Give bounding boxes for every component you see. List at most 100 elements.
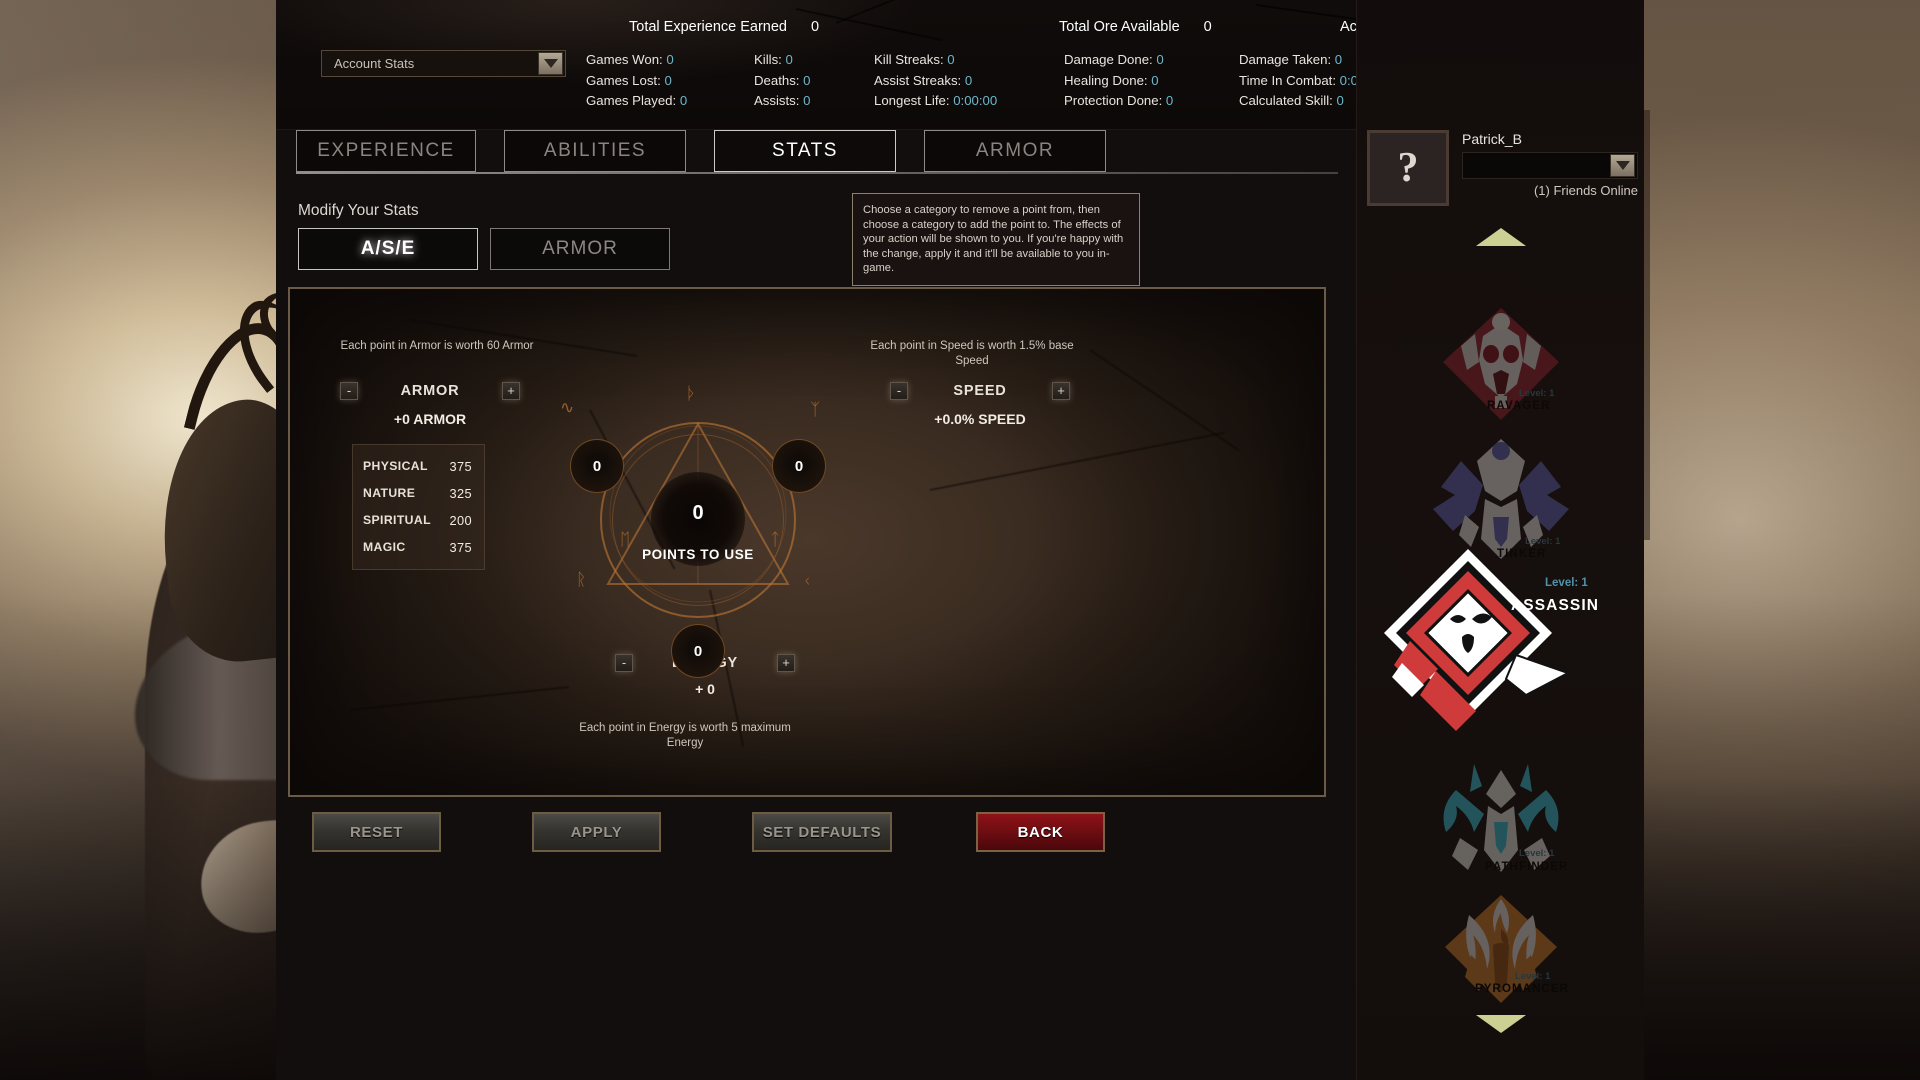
main-panel: Account Stats Total Experience Earned 0 … [276, 0, 1644, 1080]
tab-stats[interactable]: STATS [714, 130, 896, 172]
stat-label: Games Lost: [586, 72, 661, 88]
stat-value: 0 [785, 52, 793, 67]
assassin-emblem-icon [1384, 549, 1571, 731]
mode-button-label: ARMOR [542, 238, 618, 259]
friends-dropdown[interactable] [1462, 152, 1638, 179]
class-level: Level: 1 [1545, 577, 1588, 589]
mode-button-armor[interactable]: ARMOR [490, 228, 670, 270]
points-to-use-label: POINTS TO USE [642, 547, 754, 562]
stat-value: 0 [947, 52, 955, 67]
class-level: Level: 1 [1515, 971, 1551, 982]
chevron-down-icon[interactable] [538, 52, 563, 75]
total-ore-label: Total Ore Available [1059, 19, 1180, 35]
speed-increment-button[interactable]: + [1051, 382, 1070, 400]
stat-column-combat: Kills: 0 Deaths: 0 Assists: 0 [754, 50, 874, 112]
pyromancer-emblem-icon [1445, 895, 1557, 1003]
avatar[interactable]: ? [1367, 130, 1449, 206]
radial-node-speed[interactable]: 0 [772, 439, 826, 493]
tab-label: EXPERIENCE [317, 140, 455, 161]
class-level: Level: 1 [1519, 388, 1555, 399]
button-label: BACK [1017, 824, 1064, 841]
stat-label: Protection Done: [1064, 93, 1163, 108]
account-stats-dropdown[interactable]: Account Stats [321, 50, 566, 77]
stat-label: Assist Streaks: [874, 72, 962, 88]
stat-row: Games Played: 0 [586, 91, 754, 112]
background-banner [1644, 110, 1650, 540]
back-button[interactable]: BACK [976, 812, 1105, 852]
speed-decrement-button[interactable]: - [890, 382, 908, 400]
tab-label: STATS [772, 140, 838, 161]
armor-increment-button[interactable]: + [502, 382, 520, 400]
armor-decrement-button[interactable]: - [340, 382, 358, 400]
stat-column-games: Games Won: 0 Games Lost: 0 Games Played:… [586, 50, 754, 112]
stat-row: Games Won: 0 [586, 50, 754, 71]
speed-helper-text: Each point in Speed is worth 1.5% base S… [870, 340, 1074, 367]
stat-row: Damage Done: 0 [1064, 50, 1239, 71]
points-radial-widget: ∿ ᛉ ᚱ ᚲ ᚦ ᛖ ᛏ 0 POINTS TO USE 0 0 0 [558, 384, 838, 678]
stat-value: 0 [1151, 72, 1159, 88]
stat-row: Games Lost: 0 [586, 71, 754, 92]
stat-label: Games Won: [586, 52, 663, 67]
stat-value: 0 [1336, 93, 1344, 108]
tab-armor[interactable]: ARMOR [924, 130, 1106, 172]
stat-row: Assist Streaks: 0 [874, 71, 1064, 92]
action-button-bar: RESET APPLY SET DEFAULTS BACK [276, 812, 1356, 858]
attribute-value: 375 [449, 459, 472, 474]
scroll-down-arrow-icon[interactable] [1475, 1015, 1526, 1033]
tab-bar: EXPERIENCE ABILITIES STATS ARMOR [296, 130, 1356, 172]
stat-allocation-canvas: Each point in Armor is worth 60 Armor - … [288, 287, 1326, 797]
radial-node-armor[interactable]: 0 [570, 439, 624, 493]
stat-label: Kill Streaks: [874, 52, 944, 67]
player-name: Patrick_B [1462, 131, 1522, 147]
class-level: Level: 1 [1519, 848, 1555, 859]
stat-label: Deaths: [754, 72, 800, 88]
attribute-name: NATURE [363, 486, 416, 500]
stat-value: 0 [1334, 52, 1343, 67]
armor-delta-value: +0 ARMOR [393, 411, 467, 427]
stat-mode-buttons: A/S/E ARMOR [298, 228, 670, 270]
attribute-name: SPIRITUAL [363, 513, 431, 527]
stat-value: 0 [1165, 93, 1174, 108]
total-experience-value: 0 [811, 19, 820, 35]
stat-value: 0 [664, 72, 672, 88]
attribute-name: PHYSICAL [363, 459, 428, 473]
stat-row: Kill Streaks: 0 [874, 50, 1064, 71]
table-row: PHYSICAL 375 [353, 453, 484, 480]
tab-underline [296, 172, 1338, 174]
tab-label: ABILITIES [543, 140, 647, 161]
stat-value: 0 [803, 93, 811, 108]
stat-value: 0 [679, 93, 688, 108]
stat-row: Longest Life: 0:00:00 [874, 91, 1064, 112]
table-row: NATURE 325 [353, 480, 484, 507]
total-experience-label: Total Experience Earned [629, 19, 787, 35]
tab-label: ARMOR [975, 140, 1055, 161]
set-defaults-button[interactable]: SET DEFAULTS [752, 812, 892, 852]
chevron-down-icon[interactable] [1610, 154, 1635, 177]
tab-experience[interactable]: EXPERIENCE [296, 130, 476, 172]
stat-value: 0 [666, 52, 674, 67]
armor-helper-text: Each point in Armor is worth 60 Armor [340, 340, 534, 352]
speed-stepper: - SPEED + [890, 382, 1070, 400]
radial-node-energy[interactable]: 0 [671, 624, 725, 678]
stat-value: 0 [964, 72, 973, 88]
stat-row: Assists: 0 [754, 91, 874, 112]
tab-abilities[interactable]: ABILITIES [504, 130, 686, 172]
table-row: MAGIC 375 [353, 534, 484, 561]
stat-label: Damage Done: [1064, 52, 1153, 67]
reset-button[interactable]: RESET [312, 812, 441, 852]
stat-row: Healing Done: 0 [1064, 71, 1239, 92]
stat-label: Longest Life: [874, 93, 950, 108]
attribute-name: MAGIC [363, 540, 406, 554]
stat-label: Time In Combat: [1239, 72, 1336, 88]
energy-helper-text: Each point in Energy is worth 5 maximum … [579, 722, 791, 749]
total-experience-earned: Total Experience Earned 0 [629, 19, 819, 35]
friends-online-count: (1) Friends Online [1533, 183, 1638, 198]
armor-stat-name: ARMOR [400, 383, 460, 399]
mode-button-label: A/S/E [360, 238, 416, 259]
button-label: APPLY [570, 824, 623, 841]
player-profile: ? Patrick_B (1) Friends Online [1367, 130, 1638, 216]
mode-button-ase[interactable]: A/S/E [298, 228, 478, 270]
scroll-up-arrow-icon[interactable] [1475, 228, 1526, 246]
stat-row: Protection Done: 0 [1064, 91, 1239, 112]
apply-button[interactable]: APPLY [532, 812, 661, 852]
